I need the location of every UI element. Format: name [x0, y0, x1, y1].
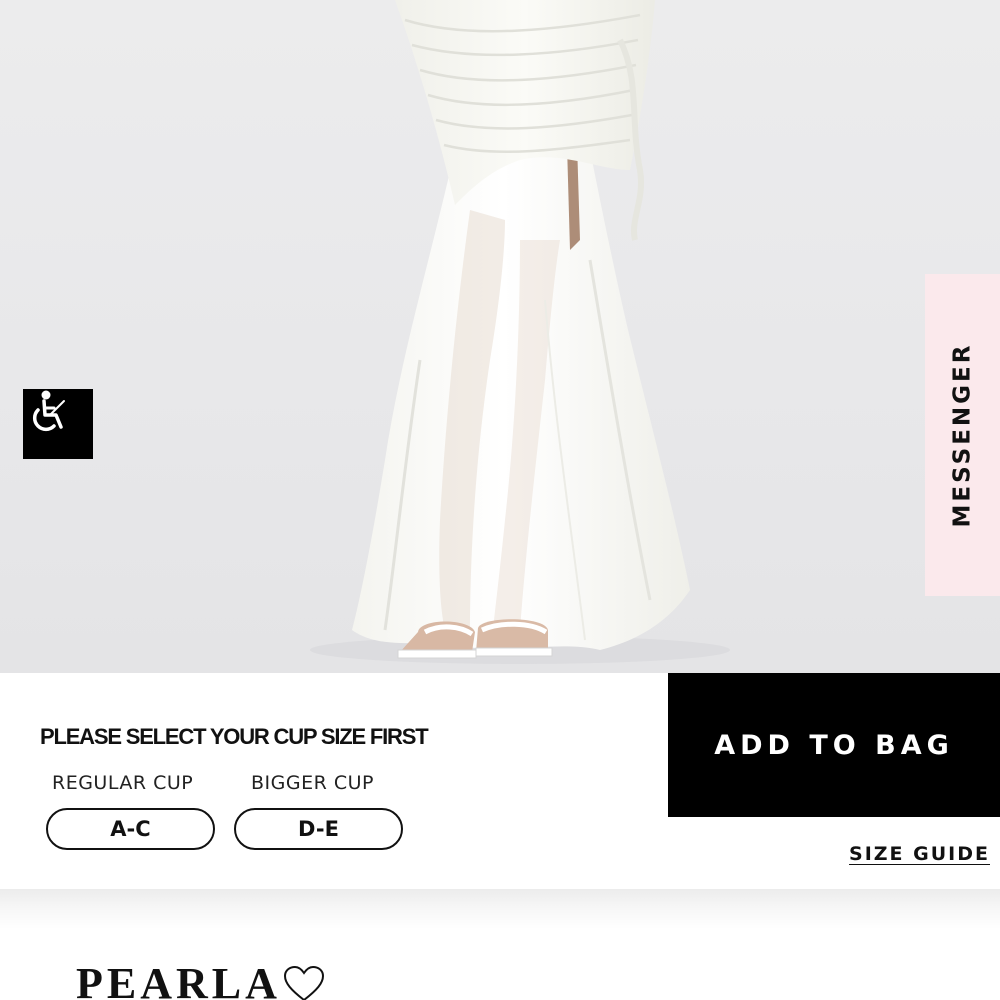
wishlist-button[interactable] — [283, 965, 325, 1000]
messenger-label: MESSENGER — [949, 342, 976, 528]
cup-size-a-c-button[interactable]: A-C — [46, 808, 215, 850]
product-title: PEARLA — [76, 959, 281, 1000]
regular-cup-label: REGULAR CUP — [52, 772, 194, 794]
accessibility-button[interactable] — [23, 389, 93, 459]
bigger-cup-label: BIGGER CUP — [251, 772, 374, 794]
wheelchair-icon — [32, 390, 65, 432]
purchase-bar: PLEASE SELECT YOUR CUP SIZE FIRST REGULA… — [0, 673, 1000, 889]
dress-illustration — [310, 0, 730, 664]
heart-outline-icon — [283, 965, 325, 1000]
cup-size-d-e-button[interactable]: D-E — [234, 808, 403, 850]
section-divider-shadow — [0, 889, 1000, 929]
add-to-bag-button[interactable]: ADD TO BAG — [668, 673, 1000, 817]
messenger-tab[interactable]: MESSENGER — [925, 274, 1000, 596]
product-image: MESSENGER — [0, 0, 1000, 673]
size-guide-link[interactable]: SIZE GUIDE — [849, 843, 990, 865]
cup-size-prompt: PLEASE SELECT YOUR CUP SIZE FIRST — [40, 724, 429, 749]
